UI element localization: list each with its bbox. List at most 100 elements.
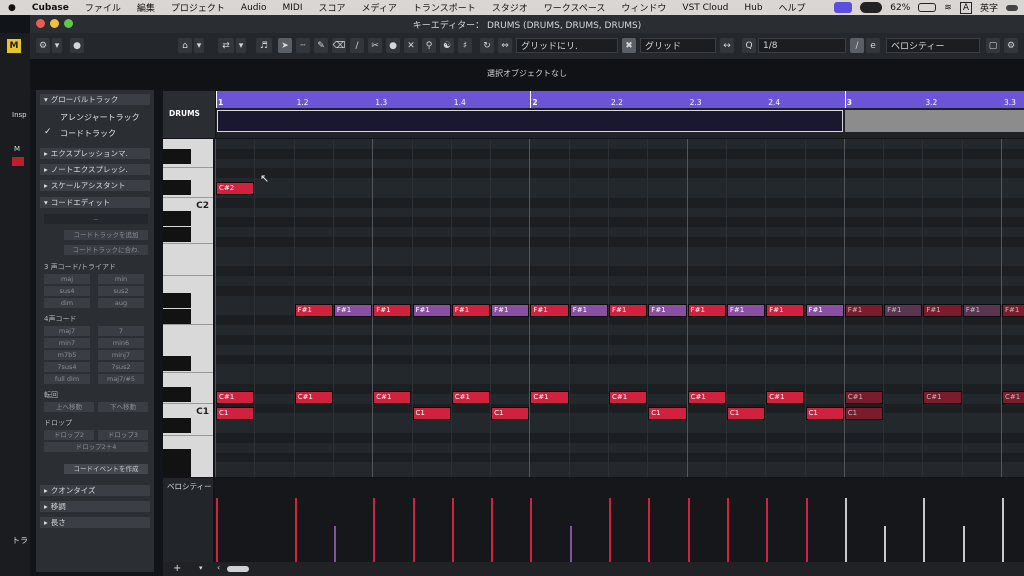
velocity-bar[interactable] — [216, 498, 218, 562]
app-menu[interactable]: Cubase — [24, 3, 77, 13]
velocity-dropdown[interactable]: ベロシティー — [886, 38, 980, 53]
note-grid[interactable]: C#2 F#1 F#1 F#1 F#1 F#1 F#1 F#1 F#1 F#1 F#1 F#1 F#1 F… — [215, 139, 1024, 477]
velocity-bar[interactable] — [766, 498, 769, 562]
velocity-bar[interactable] — [687, 498, 690, 562]
inspector-tab-label[interactable]: Insp — [12, 111, 27, 119]
midi-note[interactable]: F#1 — [962, 304, 1001, 317]
record-button[interactable] — [12, 157, 24, 166]
midi-note[interactable]: F#1 — [648, 304, 687, 317]
chord-button-dim[interactable]: dim — [44, 298, 90, 308]
chord-button-sus4[interactable]: sus4 — [44, 286, 90, 296]
midi-note[interactable]: C#1 — [923, 391, 962, 404]
chord-button-maj[interactable]: maj — [44, 274, 90, 284]
chord-button-aug[interactable]: aug — [98, 298, 144, 308]
add-lane-icon[interactable]: + — [173, 563, 181, 574]
chord-button-min[interactable]: min — [98, 274, 144, 284]
m-logo-icon[interactable]: M — [7, 39, 21, 53]
move-down-button[interactable]: 下へ移動 — [98, 402, 148, 412]
trim-tool-icon[interactable]: ∕ — [350, 38, 364, 53]
velocity-bar[interactable] — [962, 526, 965, 562]
midi-note[interactable]: C#1 — [451, 391, 491, 404]
velocity-bar[interactable] — [1002, 498, 1004, 562]
midi-note[interactable]: F#1 — [844, 304, 884, 317]
menu-edit[interactable]: 編集 — [129, 1, 163, 14]
drumstick-tool-icon[interactable]: ♯ — [458, 38, 472, 53]
velocity-bar[interactable] — [294, 498, 297, 562]
quantize-section[interactable]: ▸ クオンタイズ — [40, 485, 150, 496]
iterative-quantize-icon[interactable]: ∕ — [850, 38, 864, 53]
piano-black-key[interactable] — [163, 227, 191, 242]
chevron-down-icon[interactable]: ▾ — [52, 38, 62, 53]
quantize-icon[interactable]: Q — [742, 38, 756, 53]
piano-black-key[interactable] — [163, 293, 191, 308]
mute-button[interactable]: M — [14, 145, 20, 153]
expression-map-section[interactable]: ▸ エクスプレッションマ. — [40, 148, 150, 159]
drop2-button[interactable]: ドロップ2 — [44, 430, 94, 440]
velocity-bar[interactable] — [569, 526, 572, 562]
snap-toggle-icon[interactable]: ✖ — [622, 38, 636, 53]
chevron-down-icon[interactable]: ▾ — [199, 564, 203, 572]
velocity-bar[interactable] — [451, 498, 454, 562]
scroll-left-icon[interactable]: ‹ — [217, 563, 220, 572]
piano-black-key[interactable] — [163, 211, 191, 226]
chord-button-7sus4[interactable]: 7sus4 — [44, 362, 90, 372]
note-expression-section[interactable]: ▸ ノートエクスプレッシ. — [40, 164, 150, 175]
glue-tool-icon[interactable]: ● — [386, 38, 400, 53]
menu-window[interactable]: ウィンドウ — [613, 1, 674, 14]
midi-note[interactable]: F#1 — [805, 304, 844, 317]
chord-button-maj7[interactable]: maj7 — [44, 326, 90, 336]
velocity-bar[interactable] — [923, 498, 926, 562]
menu-project[interactable]: プロジェクト — [163, 1, 233, 14]
global-track-section[interactable]: ▾ グローバルトラック — [40, 94, 150, 105]
velocity-bar[interactable] — [805, 498, 808, 562]
midi-note[interactable]: C#2 — [216, 182, 255, 195]
window-layout-icon[interactable]: ▢ — [986, 38, 1000, 53]
velocity-lane-label[interactable]: ベロシティー — [167, 481, 212, 492]
midi-note[interactable]: F#1 — [569, 304, 608, 317]
chord-button-minj7[interactable]: minj7 — [98, 350, 144, 360]
vpn-icon[interactable] — [860, 2, 883, 13]
midi-note[interactable]: C1 — [805, 407, 844, 420]
menu-file[interactable]: ファイル — [77, 1, 129, 14]
record-mode-icon[interactable]: ● — [70, 38, 84, 53]
velocity-bar[interactable] — [609, 498, 611, 562]
split-tool-icon[interactable]: ✂ — [368, 38, 382, 53]
midi-note[interactable]: C#1 — [530, 391, 569, 404]
range-tool-icon[interactable]: ┄ — [296, 38, 310, 53]
chord-button-7[interactable]: 7 — [98, 326, 144, 336]
transpose-section[interactable]: ▸ 移調 — [40, 501, 150, 512]
add-chord-track-button[interactable]: コードトラックを追加 — [64, 230, 148, 240]
velocity-lane[interactable] — [215, 478, 1024, 562]
piano-black-key[interactable] — [163, 387, 191, 402]
velocity-bar[interactable] — [648, 498, 651, 562]
quantize-preset-dropdown[interactable]: 1/8 — [758, 38, 846, 53]
midi-note[interactable]: F#1 — [491, 304, 530, 317]
midi-note[interactable]: F#1 — [412, 304, 451, 317]
mute-tool-icon[interactable]: ✕ — [404, 38, 418, 53]
midi-note[interactable]: F#1 — [726, 304, 766, 317]
control-center-icon[interactable] — [1006, 4, 1018, 11]
velocity-bar[interactable] — [412, 498, 415, 562]
midi-note[interactable]: F#1 — [1002, 304, 1024, 317]
grid-type-dropdown[interactable]: グリッド — [640, 38, 716, 53]
piano-black-key[interactable] — [163, 449, 191, 464]
screen-share-icon[interactable] — [834, 2, 853, 13]
midi-note[interactable]: F#1 — [687, 304, 726, 317]
menu-transport[interactable]: トランスポート — [405, 1, 484, 14]
create-chord-event-button[interactable]: コードイベントを作成 — [64, 464, 148, 474]
piano-black-key[interactable] — [163, 149, 191, 164]
midi-note[interactable]: F#1 — [294, 304, 333, 317]
velocity-bar[interactable] — [530, 498, 533, 562]
menu-audio[interactable]: Audio — [233, 3, 275, 13]
piano-black-key[interactable] — [163, 180, 191, 195]
midi-note[interactable]: F#1 — [766, 304, 805, 317]
arrow-tool-icon[interactable]: ➤ — [278, 38, 292, 53]
velocity-bar[interactable] — [373, 498, 376, 562]
chord-button-min7[interactable]: min7 — [44, 338, 90, 348]
velocity-bar[interactable] — [491, 498, 494, 562]
eraser-tool-icon[interactable]: ⌫ — [332, 38, 346, 53]
swing-icon[interactable]: e — [866, 38, 880, 53]
midi-note[interactable]: C#1 — [294, 391, 333, 404]
midi-note[interactable]: C#1 — [1002, 391, 1024, 404]
midi-note[interactable]: C#1 — [373, 391, 412, 404]
